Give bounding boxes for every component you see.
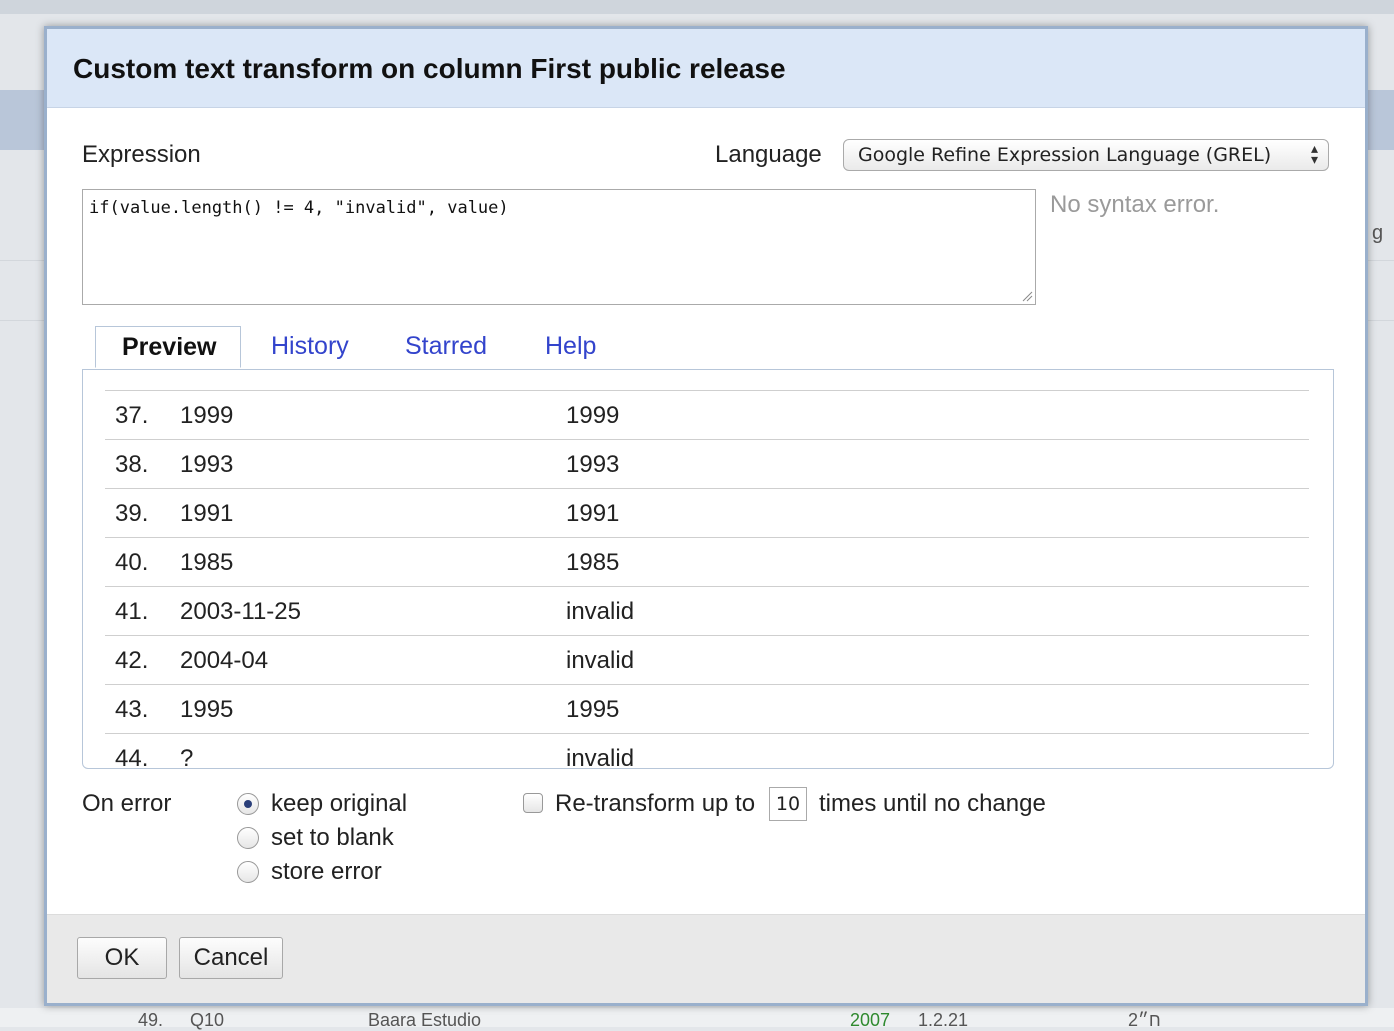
radio-label: set to blank — [271, 824, 394, 851]
expression-label: Expression — [82, 141, 201, 168]
background-cell: Baara Estudio — [368, 1010, 482, 1030]
select-arrows-icon: ▴ ▾ — [1310, 140, 1318, 167]
tab-label: Preview — [122, 333, 217, 361]
retransform-times-label: times until no change — [819, 790, 1046, 817]
background-cell: 2007 — [850, 1010, 891, 1030]
table-row: 38. 1993 1993 — [105, 439, 1309, 488]
resize-grip-icon[interactable] — [1021, 290, 1033, 302]
transformed-value: invalid — [566, 598, 635, 625]
row-index: 44. — [115, 745, 149, 769]
row-index: 40. — [115, 549, 149, 576]
table-row: 42. 2004-04 invalid — [105, 635, 1309, 684]
table-row: 39. 1991 1991 — [105, 488, 1309, 537]
table-row: 41. 2003-11-25 invalid — [105, 586, 1309, 635]
row-index: 43. — [115, 696, 149, 723]
radio-button[interactable] — [237, 827, 259, 849]
syntax-status: No syntax error. — [1050, 191, 1220, 218]
original-value: 2004-04 — [180, 647, 269, 674]
row-index: 41. — [115, 598, 149, 625]
background-cell: 1.2.21 — [918, 1010, 969, 1030]
retransform-times-input[interactable]: 10 — [769, 787, 807, 821]
original-value: 2003-11-25 — [180, 598, 301, 625]
transformed-value: 1993 — [566, 451, 620, 478]
radio-button[interactable] — [237, 793, 259, 815]
radio-button[interactable] — [237, 861, 259, 883]
transformed-value: 1991 — [566, 500, 620, 527]
transformed-value: 1985 — [566, 549, 620, 576]
original-value: ? — [180, 745, 194, 769]
original-value: 1993 — [180, 451, 234, 478]
expression-textarea[interactable]: if(value.length() != 4, "invalid", value… — [82, 189, 1036, 305]
expression-text: if(value.length() != 4, "invalid", value… — [89, 198, 509, 218]
row-index: 38. — [115, 451, 149, 478]
background-cell: ח״2 — [1128, 1010, 1161, 1030]
retransform-label: Re-transform up to — [555, 790, 756, 817]
language-select[interactable]: Google Refine Expression Language (GREL)… — [843, 139, 1329, 171]
language-label: Language — [715, 141, 822, 168]
original-value: 1985 — [180, 549, 234, 576]
row-index: 37. — [115, 402, 149, 429]
ok-button[interactable]: OK — [77, 937, 167, 979]
tab-label: Starred — [405, 332, 487, 360]
retransform-checkbox[interactable] — [523, 793, 543, 813]
background-topbar — [0, 0, 1394, 14]
radio-label: store error — [271, 858, 382, 885]
on-error-label: On error — [82, 790, 172, 817]
background-cell: Q10 — [190, 1010, 225, 1030]
transformed-value: 1999 — [566, 402, 620, 429]
language-selected-value: Google Refine Expression Language (GREL) — [858, 144, 1272, 166]
original-value: 1995 — [180, 696, 234, 723]
cancel-button[interactable]: Cancel — [179, 937, 283, 979]
tab-preview[interactable]: Preview — [95, 326, 241, 368]
background-cell: 49. — [138, 1010, 164, 1030]
transformed-value: invalid — [566, 745, 635, 769]
dialog-title: Custom text transform on column First pu… — [73, 53, 786, 84]
row-index: 39. — [115, 500, 149, 527]
dialog-header: Custom text transform on column First pu… — [47, 29, 1365, 108]
preview-table[interactable]: 37. 1999 1999 38. 1993 1993 39. 1991 199… — [82, 369, 1334, 769]
custom-transform-dialog: Custom text transform on column First pu… — [44, 26, 1368, 1006]
table-row: 44. ? invalid — [105, 733, 1309, 769]
table-row: 40. 1985 1985 — [105, 537, 1309, 586]
row-index: 42. — [115, 647, 149, 674]
table-row: 37. 1999 1999 — [105, 390, 1309, 439]
transformed-value: invalid — [566, 647, 635, 674]
transformed-value: 1995 — [566, 696, 620, 723]
original-value: 1991 — [180, 500, 234, 527]
tab-label: History — [271, 332, 349, 360]
dialog-footer: OK Cancel — [47, 914, 1365, 1003]
background-column-fragment: g — [1372, 222, 1384, 244]
table-row: 43. 1995 1995 — [105, 684, 1309, 733]
radio-label: keep original — [271, 790, 408, 817]
original-value: 1999 — [180, 402, 234, 429]
tab-label: Help — [545, 332, 597, 360]
